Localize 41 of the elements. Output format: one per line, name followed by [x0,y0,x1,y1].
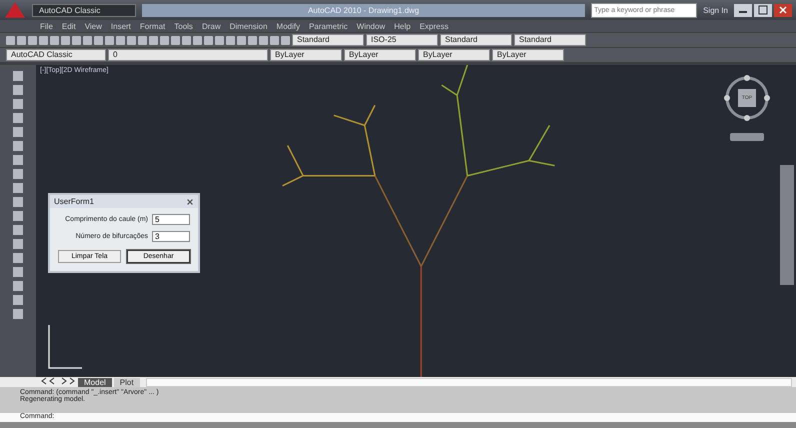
linetype-dropdown[interactable]: ByLayer [344,49,416,61]
menu-item[interactable]: Modify [276,22,300,30]
multileader-style-dropdown[interactable]: Standard [514,34,586,46]
dialog-title: UserForm1 [54,197,94,206]
text-style-dropdown[interactable]: Standard [292,34,364,46]
layout-tab[interactable]: Plot [114,378,140,386]
maximize-icon [758,5,768,15]
menu-item[interactable]: Express [420,22,448,30]
minimize-button[interactable] [734,4,752,16]
menu-item[interactable]: Help [394,22,411,30]
menu-item[interactable]: Window [356,22,386,30]
table-style-dropdown[interactable]: Standard [440,34,512,46]
plot-style-dropdown[interactable]: ByLayer [492,49,564,61]
menu-item[interactable]: Tools [174,22,193,30]
color-dropdown[interactable]: ByLayer [270,49,342,61]
menu-item[interactable]: File [40,22,53,30]
menu-item[interactable]: Parametric [308,22,348,30]
menu-item[interactable]: Format [140,22,166,30]
dimension-style-dropdown[interactable]: ISO-25 [366,34,438,46]
close-button[interactable] [774,4,792,16]
sign-in-link[interactable]: Sign In [703,6,728,14]
close-icon [186,198,194,206]
menu-item[interactable]: Edit [62,22,76,30]
menu-item[interactable]: View [84,22,102,30]
layer-dropdown[interactable]: 0 [108,49,268,61]
window-title: AutoCAD 2010 - Drawing1.dwg [142,4,586,16]
number-field[interactable]: 3 [152,231,190,242]
layout-tab[interactable]: Model [78,378,112,386]
workspace-dropdown[interactable]: AutoCAD Classic [32,4,136,16]
number-field[interactable]: 5 [152,214,190,225]
menu-item[interactable]: Insert [110,22,131,30]
menu-item[interactable]: Draw [202,22,221,30]
workspace-dropdown[interactable]: AutoCAD Classic [6,49,106,61]
close-icon [778,5,788,15]
menu-item[interactable]: Dimension [230,22,268,30]
lineweight-dropdown[interactable]: ByLayer [418,49,490,61]
tab-navigation-icon[interactable] [40,377,76,387]
close-button[interactable] [186,197,194,206]
compass-ring-icon[interactable] [722,73,772,123]
horizontal-scrollbar[interactable] [146,378,792,386]
maximize-button[interactable] [754,4,772,16]
